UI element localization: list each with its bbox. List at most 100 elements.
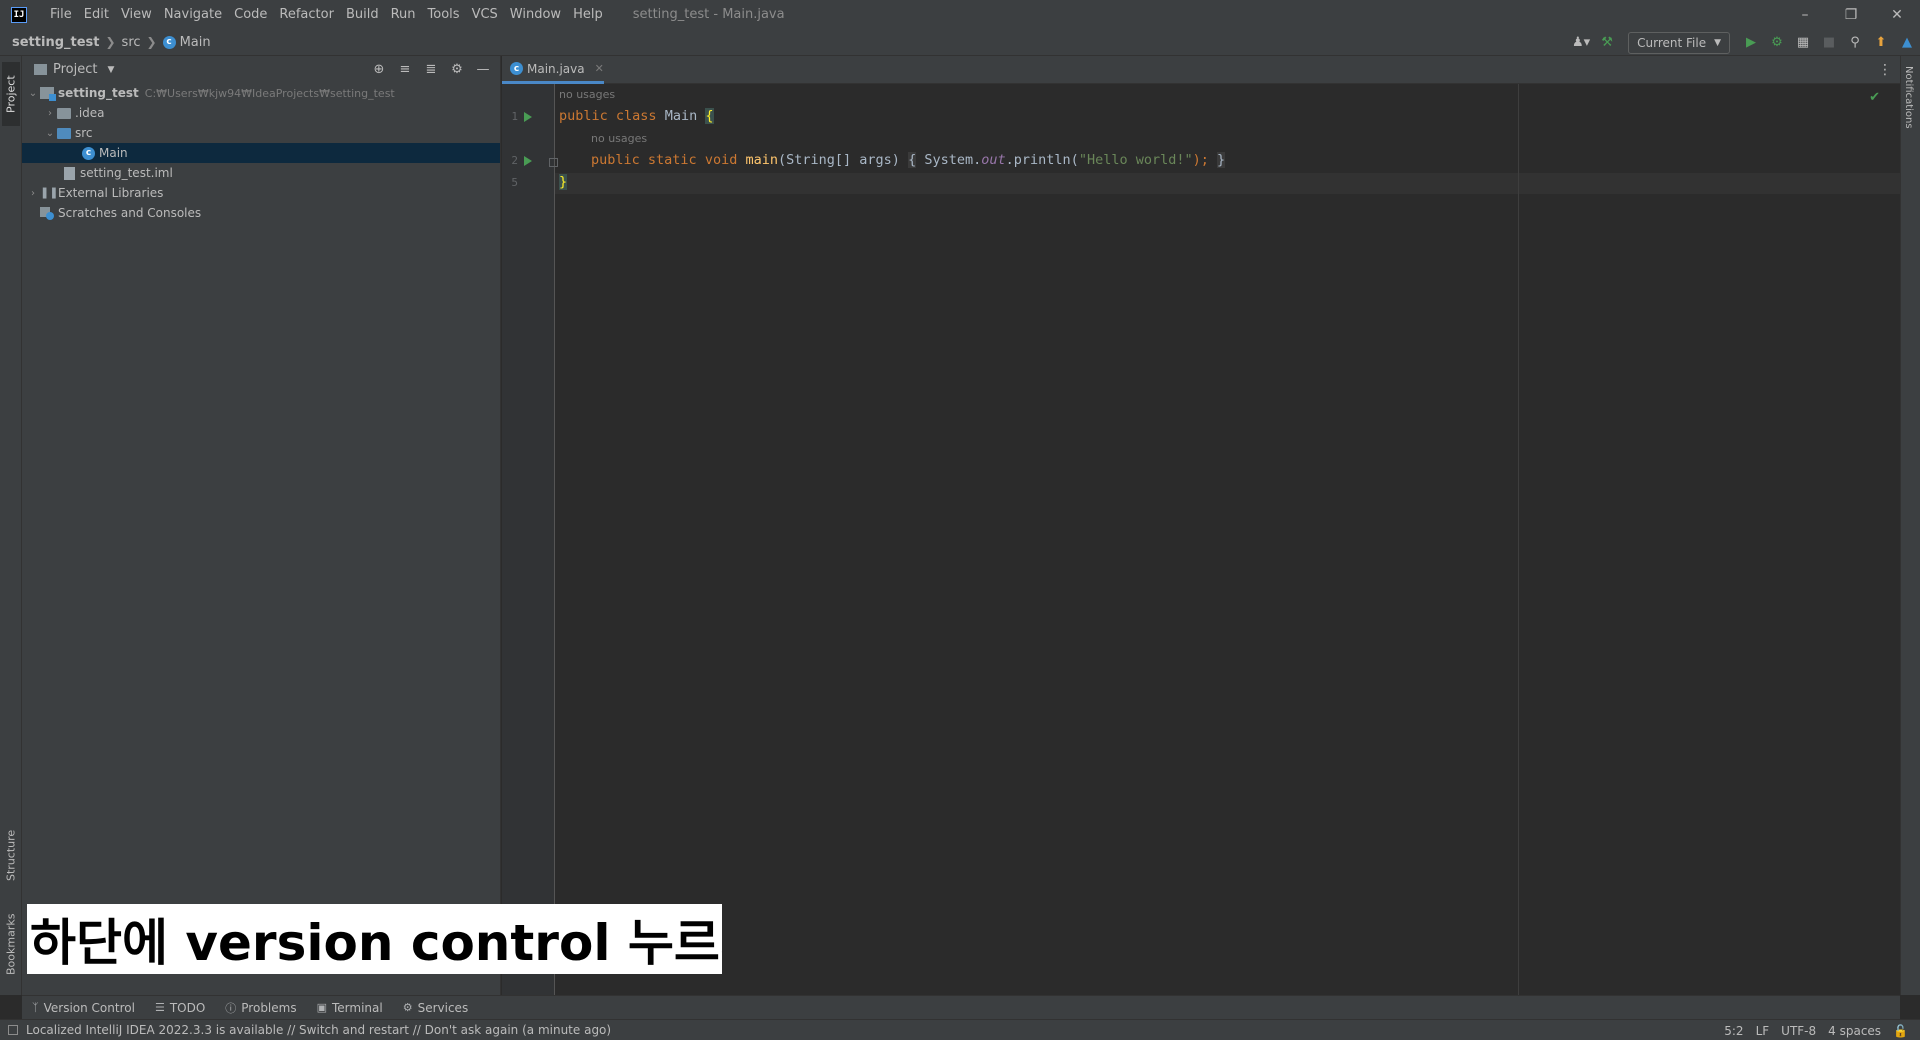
build-hammer-icon[interactable]: ⚒ xyxy=(1594,32,1620,54)
menu-window[interactable]: Window xyxy=(504,0,567,29)
menu-navigate[interactable]: Navigate xyxy=(158,0,228,29)
inspection-ok-icon[interactable]: ✔ xyxy=(1869,90,1880,105)
stop-icon[interactable]: ■ xyxy=(1816,32,1842,54)
coverage-icon[interactable]: ▦ xyxy=(1790,32,1816,54)
usages-hint[interactable]: no usages xyxy=(559,88,615,101)
breadcrumb-project[interactable]: setting_test xyxy=(0,35,103,50)
branch-icon: ᛉ xyxy=(32,1001,39,1014)
menu-file[interactable]: File xyxy=(44,0,78,29)
line-separator[interactable]: LF xyxy=(1750,1024,1776,1038)
tool-tab-label: Version Control xyxy=(43,1000,135,1015)
tool-tab-problems[interactable]: ⓘ Problems xyxy=(215,1000,306,1016)
code-line-2: public static void main(String[] args) {… xyxy=(591,152,1226,168)
caret-position[interactable]: 5:2 xyxy=(1718,1024,1749,1038)
breadcrumb-src[interactable]: src xyxy=(118,35,145,50)
code-editor[interactable]: ✔ 1 2 5 no usages public class Main { no… xyxy=(502,84,1900,995)
layout-icon xyxy=(8,1025,18,1035)
status-message[interactable]: Localized IntelliJ IDEA 2022.3.3 is avai… xyxy=(8,1023,611,1037)
update-icon[interactable]: ⬆ xyxy=(1868,32,1894,54)
breadcrumb-separator-icon: ❯ xyxy=(105,35,116,49)
chevron-right-icon[interactable]: › xyxy=(26,188,40,199)
tree-item-src[interactable]: ⌄ src xyxy=(22,123,500,143)
tree-item-external-libraries[interactable]: › ❚❚ External Libraries xyxy=(22,183,500,203)
lock-icon[interactable]: 🔓 xyxy=(1887,1024,1914,1038)
tool-tab-notifications[interactable]: Notifications xyxy=(1903,66,1914,129)
menu-run[interactable]: Run xyxy=(385,0,422,29)
code-token: Main xyxy=(664,108,698,124)
code-token: class xyxy=(615,108,657,124)
collapse-all-icon[interactable]: ≣ xyxy=(418,58,444,80)
breadcrumb-main[interactable]: c Main xyxy=(159,35,215,50)
window-title: setting_test - Main.java xyxy=(632,7,785,22)
chevron-down-icon[interactable]: ⌄ xyxy=(43,128,57,139)
menu-help[interactable]: Help xyxy=(567,0,609,29)
navigation-bar: setting_test ❯ src ❯ c Main ♟▾ ⚒ Current… xyxy=(0,29,1920,56)
hide-icon[interactable]: — xyxy=(470,58,496,80)
debug-icon[interactable]: ⚙ xyxy=(1764,32,1790,54)
more-options-icon[interactable]: ⋮ xyxy=(1878,62,1892,78)
locate-icon[interactable]: ⊕ xyxy=(366,58,392,80)
current-line-highlight xyxy=(555,173,1900,194)
chevron-right-icon[interactable]: › xyxy=(43,108,57,119)
indent-setting[interactable]: 4 spaces xyxy=(1822,1024,1887,1038)
tree-item-root[interactable]: ⌄ setting_test C:₩Users₩kjw94₩IdeaProjec… xyxy=(22,83,500,103)
tree-item-main[interactable]: c Main xyxy=(22,143,500,163)
run-config-label: Current File xyxy=(1637,35,1707,50)
tree-item-idea[interactable]: › .idea xyxy=(22,103,500,123)
search-icon[interactable]: ⚲ xyxy=(1842,32,1868,54)
code-token: } xyxy=(559,174,568,190)
problems-icon: ⓘ xyxy=(225,1001,237,1015)
tool-tab-label: TODO xyxy=(169,1000,206,1015)
menu-code[interactable]: Code xyxy=(228,0,273,29)
tree-item-scratches[interactable]: Scratches and Consoles xyxy=(22,203,500,223)
fold-icon[interactable] xyxy=(549,158,558,167)
tool-tab-version-control[interactable]: ᛉ Version Control xyxy=(22,1001,145,1015)
project-panel-title[interactable]: Project xyxy=(53,62,97,77)
module-icon xyxy=(40,87,56,101)
user-icon[interactable]: ♟▾ xyxy=(1568,32,1594,54)
run-icon[interactable]: ▶ xyxy=(1738,32,1764,54)
minimize-icon[interactable]: – xyxy=(1782,0,1828,29)
toolbar-right: ♟▾ ⚒ Current File ▼ ▶ ⚙ ▦ ■ ⚲ ⬆ ▲ xyxy=(1568,29,1920,56)
chevron-down-icon[interactable]: ▼ xyxy=(107,65,114,75)
run-config-select[interactable]: Current File ▼ xyxy=(1628,31,1730,54)
tool-tab-todo[interactable]: ☰ TODO xyxy=(145,1001,215,1015)
tool-tab-terminal[interactable]: ▣ Terminal xyxy=(307,1001,393,1015)
expand-all-icon[interactable]: ≡ xyxy=(392,58,418,80)
menu-build[interactable]: Build xyxy=(340,0,385,29)
close-icon[interactable]: ✕ xyxy=(1874,0,1920,29)
plugin-icon[interactable]: ▲ xyxy=(1894,32,1920,54)
gear-icon[interactable]: ⚙ xyxy=(444,58,470,80)
tool-tab-project[interactable]: Project xyxy=(2,62,20,126)
gutter-divider xyxy=(554,84,555,995)
tool-tab-bookmarks[interactable]: Bookmarks xyxy=(2,906,20,982)
iml-file-icon xyxy=(64,166,75,180)
menu-refactor[interactable]: Refactor xyxy=(273,0,340,29)
run-gutter-icon[interactable] xyxy=(524,112,532,122)
code-token: .println( xyxy=(1005,152,1079,168)
menu-edit[interactable]: Edit xyxy=(78,0,115,29)
java-class-icon: c xyxy=(82,146,95,160)
menu-bar: IJ File Edit View Navigate Code Refactor… xyxy=(0,0,1920,29)
menu-view[interactable]: View xyxy=(115,0,158,29)
file-encoding[interactable]: UTF-8 xyxy=(1775,1024,1822,1038)
tree-item-iml[interactable]: setting_test.iml xyxy=(22,163,500,183)
status-message-text: Localized IntelliJ IDEA 2022.3.3 is avai… xyxy=(26,1023,612,1037)
editor-tab-main-java[interactable]: c Main.java ✕ xyxy=(502,56,604,84)
tool-tab-label: Terminal xyxy=(332,1000,383,1015)
chevron-down-icon[interactable]: ⌄ xyxy=(26,88,40,99)
intellij-logo-icon[interactable]: IJ xyxy=(11,6,27,23)
tool-tab-services[interactable]: ⚙ Services xyxy=(393,1001,478,1015)
run-gutter-icon[interactable] xyxy=(524,156,532,166)
menu-tools[interactable]: Tools xyxy=(422,0,466,29)
restore-icon[interactable]: ❐ xyxy=(1828,0,1874,29)
menu-vcs[interactable]: VCS xyxy=(466,0,504,29)
code-token: ); xyxy=(1192,152,1209,168)
tool-tab-structure[interactable]: Structure xyxy=(2,822,20,888)
tree-item-label: src xyxy=(75,126,93,140)
project-path: C:₩Users₩kjw94₩IdeaProjects₩setting_test xyxy=(144,86,395,100)
code-token: public xyxy=(559,108,608,124)
usages-hint[interactable]: no usages xyxy=(591,132,647,145)
close-tab-icon[interactable]: ✕ xyxy=(595,62,604,75)
breadcrumb-main-label: Main xyxy=(179,34,211,50)
